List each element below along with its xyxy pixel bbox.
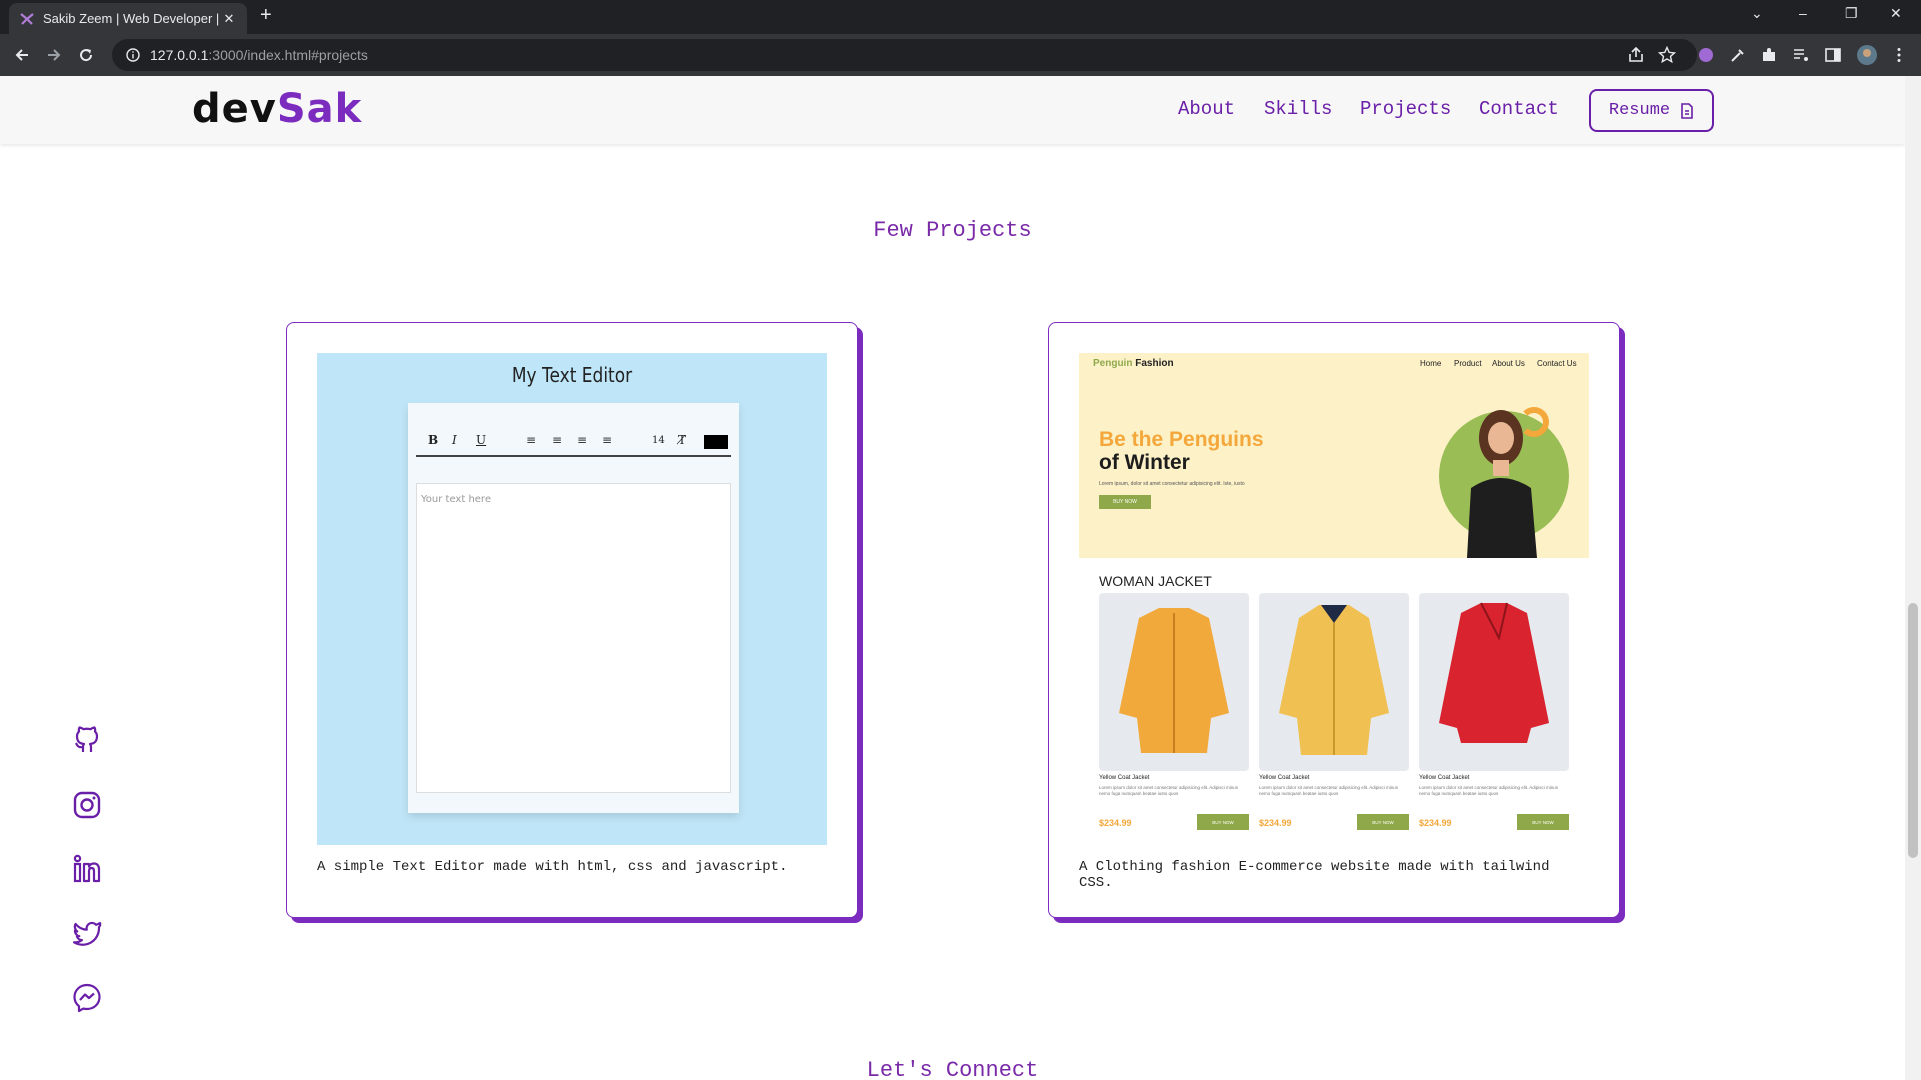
project-description: A Clothing fashion E-commerce website ma… [1079,859,1550,891]
preview-product-text: Lorem ipsum dolor sit amet consectetur a… [1419,785,1559,796]
messenger-icon[interactable] [71,982,103,1014]
jacket-image [1439,602,1549,743]
preview-title: My Text Editor [511,363,633,387]
color-picker-icon[interactable] [1729,46,1747,64]
preview-product-name: Yellow Coat Jacket [1099,775,1150,781]
profile-avatar-icon[interactable] [1857,45,1877,65]
project-screenshot: Penguin Fashion Home Product About Us Co… [1079,353,1589,845]
tab-title: Sakib Zeem | Web Developer | F [43,11,221,26]
github-icon[interactable] [71,724,103,756]
preview-product-button: BUY NOW [1357,814,1409,830]
preview-product-text: Lorem ipsum dolor sit amet consectetur a… [1099,785,1239,796]
site-favicon-icon [20,12,34,25]
address-bar[interactable]: 127.0.0.1:3000/index.html#projects [112,39,1697,71]
section-title-projects: Few Projects [873,218,1032,243]
twitter-icon[interactable] [71,916,103,948]
tab-close-icon[interactable]: ✕ [221,11,237,27]
preview-nav-home: Home [1420,359,1442,368]
preview-hero-text: Lorem ipsum, dolor sit amet consectetur … [1099,481,1245,487]
browser-tab-bar: Sakib Zeem | Web Developer | F ✕ + ⌄ – ❐… [0,0,1921,34]
share-icon[interactable] [1627,46,1645,64]
align-left-icon: ≡ [526,433,537,447]
section-title-connect: Let's Connect [866,1058,1039,1080]
preview-nav-about: About Us [1492,359,1525,368]
linkedin-icon[interactable] [71,853,103,885]
document-icon [1681,102,1693,119]
reload-icon[interactable] [74,43,98,67]
nav-projects[interactable]: Projects [1360,98,1451,120]
preview-product-name: Yellow Coat Jacket [1419,775,1470,781]
preview-product-button: BUY NOW [1197,814,1249,830]
preview-product-card [1259,593,1409,771]
jacket-image [1119,608,1229,753]
nav-skills[interactable]: Skills [1264,98,1332,120]
extension-icon[interactable] [1697,46,1715,64]
preview-product-name: Yellow Coat Jacket [1259,775,1310,781]
preview-hero-line1: Be the Penguins [1099,428,1264,451]
site-header: devSak About Skills Projects Contact Res… [0,76,1905,144]
browser-tab[interactable]: Sakib Zeem | Web Developer | F ✕ [9,3,247,34]
preview-section-title: WOMAN JACKET [1099,573,1212,589]
preview-hero-line2: of Winter [1099,451,1190,474]
back-icon[interactable] [10,43,34,67]
nav-about[interactable]: About [1178,98,1235,120]
site-logo[interactable]: devSak [192,86,362,132]
font-size-value: 14 [652,435,665,446]
preview-product-card [1099,593,1249,771]
align-center-icon: ≡ [552,433,563,447]
project-screenshot: My Text Editor B I U ≡ ≡ ≡ ≡ 14 T̸ Your … [317,353,827,845]
browser-toolbar: 127.0.0.1:3000/index.html#projects [0,34,1921,76]
project-description: A simple Text Editor made with html, css… [317,859,788,875]
align-justify-icon: ≡ [602,433,613,447]
scrollbar-thumb[interactable] [1908,603,1918,858]
align-right-icon: ≡ [577,433,588,447]
new-tab-button[interactable]: + [260,4,272,27]
preview-hero-button: BUY NOW [1099,495,1151,509]
minimize-button[interactable]: – [1799,5,1807,21]
editor-panel: B I U ≡ ≡ ≡ ≡ 14 T̸ Your text here [408,403,739,813]
preview-nav-product: Product [1454,359,1482,368]
side-panel-icon[interactable] [1824,46,1842,64]
preview-nav-contact: Contact Us [1537,359,1577,368]
editor-toolbar: B I U ≡ ≡ ≡ ≡ 14 T̸ [416,423,731,457]
restore-button[interactable]: ❐ [1845,5,1858,22]
site-info-icon[interactable] [126,48,140,62]
bookmark-star-icon[interactable] [1658,46,1676,64]
nav-contact[interactable]: Contact [1479,98,1559,120]
extensions-puzzle-icon[interactable] [1760,46,1778,64]
project-card-text-editor[interactable]: My Text Editor B I U ≡ ≡ ≡ ≡ 14 T̸ Your … [286,322,858,918]
preview-brand: Penguin Fashion [1093,358,1174,369]
color-swatch [704,435,728,449]
resume-label: Resume [1608,101,1671,120]
preview-product-price: $234.99 [1419,818,1452,828]
url-text: 127.0.0.1:3000/index.html#projects [150,47,368,63]
clear-format-icon: T̸ [678,433,687,447]
project-card-fashion[interactable]: Penguin Fashion Home Product About Us Co… [1048,322,1620,918]
italic-icon: I [452,433,457,447]
resume-button[interactable]: Resume [1589,89,1714,132]
preview-product-text: Lorem ipsum dolor sit amet consectetur a… [1259,785,1399,796]
close-window-button[interactable]: ✕ [1890,5,1902,22]
preview-product-price: $234.99 [1259,818,1292,828]
editor-placeholder: Your text here [421,494,491,505]
media-queue-icon[interactable] [1792,46,1810,64]
preview-product-button: BUY NOW [1517,814,1569,830]
jacket-image [1279,605,1389,755]
menu-kebab-icon[interactable] [1890,46,1908,64]
preview-hero: Penguin Fashion Home Product About Us Co… [1079,353,1589,558]
bold-icon: B [428,433,439,447]
preview-product-price: $234.99 [1099,818,1132,828]
page-viewport: devSak About Skills Projects Contact Res… [0,76,1905,1080]
model-figure-image [1467,410,1537,558]
page-scrollbar[interactable] [1905,76,1921,1080]
forward-icon[interactable] [42,43,66,67]
preview-product-card [1419,593,1569,771]
underline-icon: U [476,433,487,447]
instagram-icon[interactable] [71,789,103,821]
tab-search-icon[interactable]: ⌄ [1751,5,1763,22]
editor-textarea: Your text here [416,483,731,793]
